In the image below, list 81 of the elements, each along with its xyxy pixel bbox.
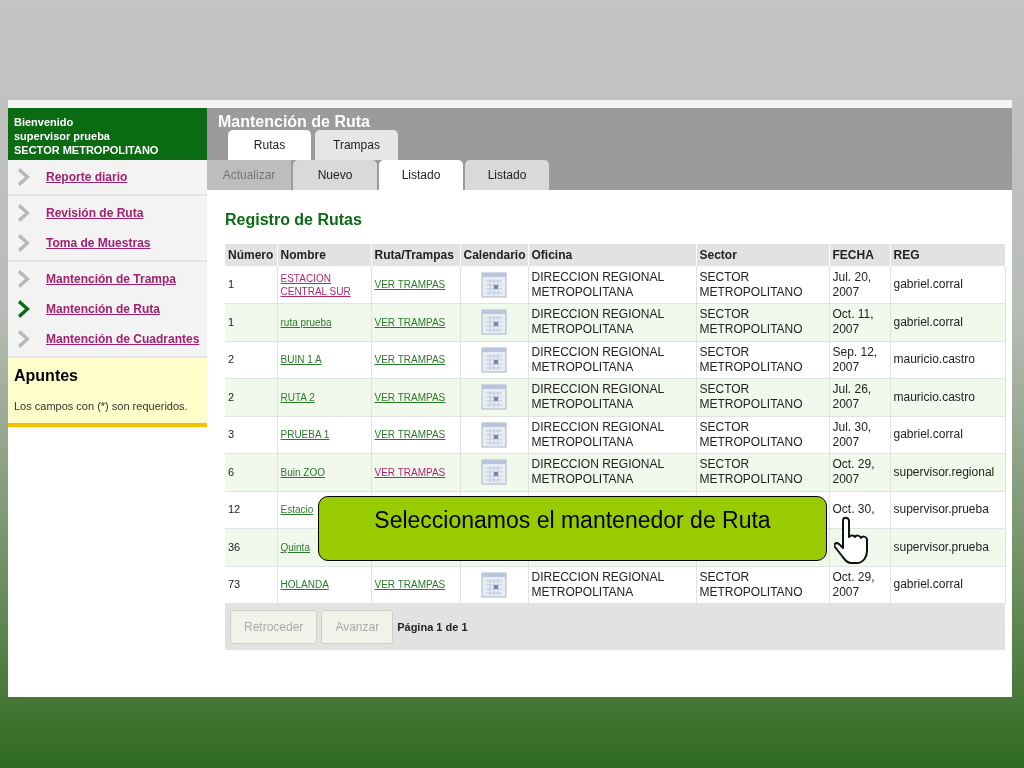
welcome-panel: Bienvenido supervisor prueba SECTOR METROPOLITANO: [8, 108, 207, 160]
table-link[interactable]: PRUEBA 1: [280, 428, 330, 442]
calendar-icon[interactable]: [481, 384, 507, 411]
table-cell: 1: [228, 315, 235, 328]
table-cell: gabriel.corral: [893, 314, 963, 329]
sidebar-item[interactable]: Revisión de Ruta: [8, 198, 207, 228]
table-link[interactable]: HOLANDA: [280, 578, 329, 592]
table-link[interactable]: VER TRAMPAS: [374, 353, 446, 367]
tab[interactable]: Rutas: [228, 130, 311, 160]
table-cell: SECTOR METROPOLITANO: [699, 419, 803, 449]
table-cell: 3: [228, 428, 235, 441]
table-cell: SECTOR METROPOLITANO: [699, 307, 803, 337]
table-cell: DIRECCION REGIONAL METROPOLITANA: [531, 382, 664, 412]
table-cell: gabriel.corral: [893, 577, 963, 592]
table-cell: supervisor.prueba: [893, 502, 989, 517]
table-cell: SECTOR METROPOLITANO: [699, 344, 803, 374]
table-cell: 2: [228, 390, 235, 403]
sidebar-item[interactable]: Mantención de Trampa: [8, 264, 207, 294]
table-cell: Jul. 26, 2007: [832, 382, 872, 412]
calendar-icon[interactable]: [481, 346, 507, 373]
table-cell: supervisor.prueba: [893, 539, 989, 554]
table-link[interactable]: VER TRAMPAS: [374, 465, 446, 479]
table-cell: 12: [228, 503, 241, 516]
table-cell: DIRECCION REGIONAL METROPOLITANA: [531, 269, 664, 299]
table-cell: Oct. 29, 2007: [832, 457, 875, 487]
sidebar-item[interactable]: Toma de Muestras: [8, 228, 207, 258]
table-cell: DIRECCION REGIONAL METROPOLITANA: [531, 307, 664, 337]
tab[interactable]: Nuevo: [293, 160, 377, 190]
calendar-icon[interactable]: [481, 571, 507, 598]
page-indicator: Página 1 de 1: [397, 619, 468, 635]
calendar-icon[interactable]: [481, 459, 507, 486]
table-cell: mauricio.castro: [893, 389, 975, 404]
callout-text: Seleccionamos el mantenedor de Ruta: [374, 506, 771, 535]
table-cell: 2: [228, 353, 235, 366]
calendar-icon[interactable]: [481, 421, 507, 448]
table-cell: supervisor.regional: [893, 464, 995, 479]
table-cell: Sep. 12, 2007: [832, 344, 878, 374]
table-link[interactable]: Estacio: [280, 503, 314, 517]
table-cell: Oct. 29, 2007: [832, 569, 875, 599]
calendar-icon[interactable]: [481, 309, 507, 336]
table-cell: 1: [228, 278, 235, 290]
table-link[interactable]: BUIN 1 A: [280, 353, 322, 367]
sidebar-item[interactable]: Mantención de Cuadrantes: [8, 324, 207, 354]
notes-text: Los campos con (*) son requeridos.: [14, 399, 189, 414]
table-link[interactable]: ruta prueba: [280, 315, 332, 329]
table-cell: Jul. 20, 2007: [832, 269, 872, 299]
table-cell: DIRECCION REGIONAL METROPOLITANA: [531, 419, 664, 449]
table-cell: 36: [228, 540, 241, 553]
sidebar-item[interactable]: Mantención de Ruta: [8, 294, 207, 324]
table-cell: 6: [228, 465, 235, 478]
table-link[interactable]: RUTA 2: [280, 390, 315, 404]
notes-title: Apuntes: [14, 366, 79, 386]
table-cell: DIRECCION REGIONAL METROPOLITANA: [531, 457, 664, 487]
table-link[interactable]: ESTACION CENTRAL SUR: [280, 271, 368, 298]
table-link[interactable]: VER TRAMPAS: [374, 315, 446, 329]
table-link[interactable]: Quinta: [280, 540, 310, 554]
table-cell: 73: [228, 578, 241, 591]
tab[interactable]: Trampas: [315, 130, 398, 160]
table-link[interactable]: VER TRAMPAS: [374, 278, 446, 291]
table-link[interactable]: VER TRAMPAS: [374, 390, 446, 404]
tab[interactable]: Listado: [465, 160, 549, 190]
table-cell: mauricio.castro: [893, 352, 975, 367]
table-cell: SECTOR METROPOLITANO: [699, 382, 803, 412]
table-cell: SECTOR METROPOLITANO: [699, 457, 803, 487]
table-cell: SECTOR METROPOLITANO: [699, 269, 803, 299]
tab[interactable]: Listado: [379, 160, 463, 190]
table-cell: DIRECCION REGIONAL METROPOLITANA: [531, 569, 664, 599]
calendar-icon[interactable]: [481, 271, 507, 298]
sidebar-item[interactable]: Reporte diario: [8, 162, 207, 192]
section-title: Registro de Rutas: [225, 210, 363, 230]
table-cell: SECTOR METROPOLITANO: [699, 569, 803, 599]
table-cell: gabriel.corral: [893, 427, 963, 442]
table-link[interactable]: Buin ZOO: [280, 465, 325, 479]
table-cell: gabriel.corral: [893, 277, 963, 291]
table-cell: Oct. 11, 2007: [832, 307, 874, 337]
table-cell: Oct. 30,: [832, 502, 875, 517]
table-cell: DIRECCION REGIONAL METROPOLITANA: [531, 344, 664, 374]
table-link[interactable]: VER TRAMPAS: [374, 428, 446, 442]
page-title: Mantención de Ruta: [217, 112, 371, 130]
table-cell: Jul. 30, 2007: [832, 419, 872, 449]
table-link[interactable]: VER TRAMPAS: [374, 578, 446, 592]
